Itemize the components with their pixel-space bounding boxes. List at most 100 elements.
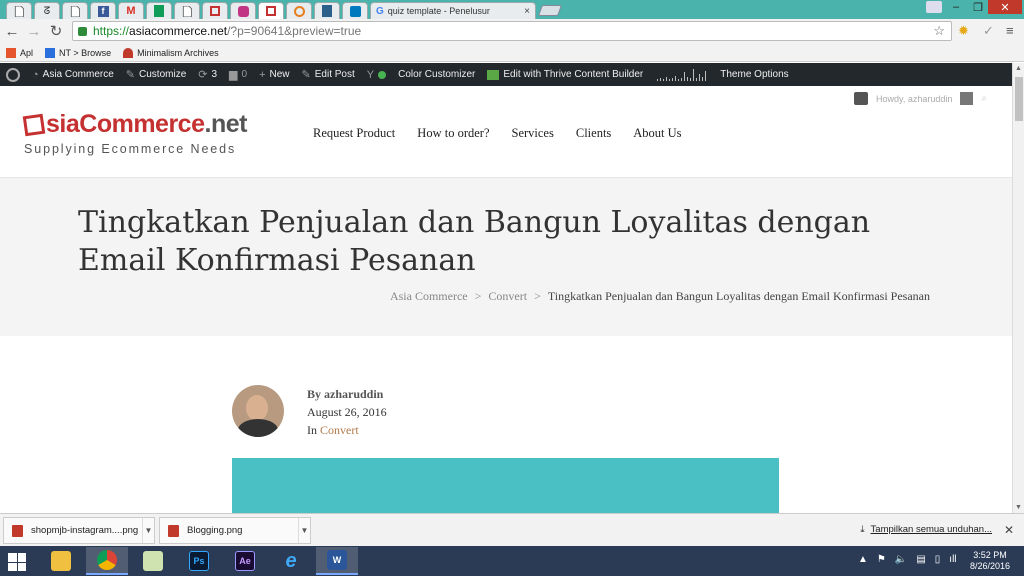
bookmark-apps[interactable]: Apl bbox=[6, 47, 33, 58]
volume-icon[interactable]: 🔈 bbox=[895, 554, 907, 565]
taskbar-file-explorer[interactable] bbox=[40, 547, 82, 575]
tab-blocked[interactable] bbox=[286, 2, 312, 19]
user-avatar-icon[interactable] bbox=[960, 92, 974, 105]
howdy-text[interactable]: Howdy, azharuddin bbox=[876, 94, 952, 104]
menu-icon[interactable]: ≡ bbox=[1006, 23, 1014, 38]
admin-thrive[interactable]: Edit with Thrive Content Builder bbox=[481, 63, 649, 86]
chat-icon[interactable] bbox=[854, 92, 868, 105]
site-logo[interactable]: sia Commerce .net Supplying Ecommerce Need… bbox=[22, 110, 254, 156]
scrollbar-thumb[interactable] bbox=[1015, 77, 1023, 121]
breadcrumb-separator: > bbox=[534, 289, 541, 303]
network-icon[interactable]: ıll bbox=[949, 554, 956, 565]
download-shelf-close-icon[interactable]: ✕ bbox=[1004, 523, 1014, 537]
tab-swirl[interactable]: ᘔ bbox=[34, 2, 60, 19]
admin-customize-label: Customize bbox=[139, 69, 187, 80]
seo-status-icon bbox=[378, 70, 387, 79]
breadcrumb-category[interactable]: Convert bbox=[488, 289, 527, 304]
taskbar-internet-explorer[interactable]: e bbox=[270, 547, 312, 575]
user-profile-icon[interactable] bbox=[926, 1, 942, 13]
admin-site-name[interactable]: ◔ Asia Commerce bbox=[26, 63, 120, 86]
tab-trello[interactable] bbox=[342, 2, 368, 19]
new-tab-button[interactable] bbox=[537, 5, 563, 16]
tab-sheets[interactable] bbox=[146, 2, 172, 19]
scroll-up-icon[interactable]: ▲ bbox=[1015, 65, 1022, 72]
tab-page-2[interactable] bbox=[62, 2, 88, 19]
tab-gmail[interactable]: M bbox=[118, 2, 144, 19]
minimize-button[interactable]: – bbox=[944, 0, 968, 14]
extension-sun-icon[interactable]: ✹ bbox=[958, 23, 969, 39]
page-scrollbar[interactable]: ▲ ▼ bbox=[1012, 63, 1024, 513]
windows-start-icon[interactable] bbox=[8, 553, 26, 571]
system-clock[interactable]: 3:52 PM 8/26/2016 bbox=[970, 550, 1010, 572]
breadcrumb-home[interactable]: Asia Commerce bbox=[390, 289, 468, 304]
tab-facebook[interactable]: f bbox=[90, 2, 116, 19]
wordpress-icon bbox=[6, 67, 20, 82]
reload-icon[interactable]: ↻ bbox=[47, 22, 65, 40]
taskbar-photoshop[interactable]: Ps bbox=[178, 547, 220, 575]
tab-google-search[interactable]: G quiz template - Penelusur × bbox=[370, 2, 536, 19]
taskbar-word[interactable]: W bbox=[316, 547, 358, 575]
bookmarks-bar: Apl NT > Browse Minimalism Archives bbox=[0, 44, 1024, 62]
back-arrow-icon[interactable]: ← bbox=[3, 22, 21, 40]
pencil-icon: ✎ bbox=[301, 69, 311, 81]
admin-edit-label: Edit Post bbox=[314, 69, 355, 80]
post-title-area: Tingkatkan Penjualan dan Bangun Loyalita… bbox=[0, 178, 1012, 336]
show-all-downloads[interactable]: ⤓ Tampilkan semua unduhan... bbox=[860, 524, 992, 535]
admin-color-customizer[interactable]: Color Customizer bbox=[392, 63, 481, 86]
nav-services[interactable]: Services bbox=[512, 126, 554, 141]
restore-button[interactable]: ❐ bbox=[966, 0, 990, 14]
chevron-down-icon[interactable]: ▼ bbox=[298, 518, 310, 543]
taskbar-chrome[interactable] bbox=[86, 547, 128, 575]
clock-date: 8/26/2016 bbox=[970, 561, 1011, 571]
admin-updates[interactable]: ⟳ 3 bbox=[192, 63, 223, 86]
download-item[interactable]: Blogging.png ▼ bbox=[159, 517, 311, 544]
nav-how-to-order[interactable]: How to order? bbox=[417, 126, 489, 141]
tab-page-3[interactable] bbox=[174, 2, 200, 19]
author-avatar[interactable] bbox=[232, 385, 284, 437]
breadcrumb: Asia Commerce > Convert > Tingkatkan Pen… bbox=[390, 289, 930, 304]
keyboard-icon[interactable]: ▤ bbox=[916, 554, 925, 565]
taskbar-folder[interactable] bbox=[132, 547, 174, 575]
page-icon bbox=[182, 5, 192, 17]
admin-edit-post[interactable]: ✎ Edit Post bbox=[296, 63, 361, 86]
nav-clients[interactable]: Clients bbox=[576, 126, 611, 141]
chevron-down-icon[interactable]: ▼ bbox=[142, 518, 154, 543]
tab-box-active[interactable] bbox=[258, 2, 284, 19]
window-close-button[interactable]: ✕ bbox=[988, 0, 1022, 14]
forward-arrow-icon[interactable]: → bbox=[25, 22, 43, 40]
chrome-icon bbox=[97, 550, 117, 570]
tab-page[interactable] bbox=[6, 2, 32, 19]
trello-icon bbox=[349, 5, 361, 17]
admin-customize[interactable]: ✎ Customize bbox=[120, 63, 192, 86]
comment-icon: ▆ bbox=[229, 69, 238, 81]
flag-icon[interactable]: ⚑ bbox=[877, 554, 886, 565]
tab-slash[interactable] bbox=[314, 2, 340, 19]
bookmark-nt[interactable]: NT > Browse bbox=[45, 47, 111, 58]
search-icon[interactable]: ⌕ bbox=[981, 93, 987, 104]
nav-about-us[interactable]: About Us bbox=[633, 126, 681, 141]
battery-icon[interactable]: ▯ bbox=[935, 554, 941, 565]
admin-wp-logo[interactable] bbox=[0, 63, 26, 86]
bookmark-label: Minimalism Archives bbox=[137, 47, 219, 58]
scroll-down-icon[interactable]: ▼ bbox=[1015, 504, 1022, 511]
admin-comments[interactable]: ▆ 0 bbox=[223, 63, 253, 86]
url-path: /?p=90641&preview=true bbox=[227, 24, 362, 38]
nav-request-product[interactable]: Request Product bbox=[313, 126, 395, 141]
address-bar[interactable]: https:// asiacommerce.net /?p=90641&prev… bbox=[72, 21, 952, 41]
logo-main-text: Commerce bbox=[79, 110, 205, 138]
post-category-link[interactable]: Convert bbox=[320, 423, 359, 437]
tray-expand-icon[interactable]: ▲ bbox=[858, 554, 868, 565]
tab-instagram[interactable] bbox=[230, 2, 256, 19]
bookmark-minimalism[interactable]: Minimalism Archives bbox=[123, 47, 219, 58]
bookmark-star-icon[interactable]: ☆ bbox=[933, 23, 945, 39]
admin-theme-options[interactable]: Theme Options bbox=[714, 63, 794, 86]
taskbar-after-effects[interactable]: Ae bbox=[224, 547, 266, 575]
extension-check-icon[interactable]: ✓ bbox=[983, 23, 994, 39]
admin-new[interactable]: + New bbox=[253, 63, 295, 86]
admin-seo[interactable]: Y bbox=[361, 63, 392, 86]
post-author[interactable]: By azharuddin bbox=[307, 385, 387, 403]
photoshop-icon: Ps bbox=[189, 551, 209, 571]
tab-box[interactable] bbox=[202, 2, 228, 19]
tab-close-icon[interactable]: × bbox=[524, 6, 535, 17]
download-item[interactable]: shopmjb-instagram....png ▼ bbox=[3, 517, 155, 544]
